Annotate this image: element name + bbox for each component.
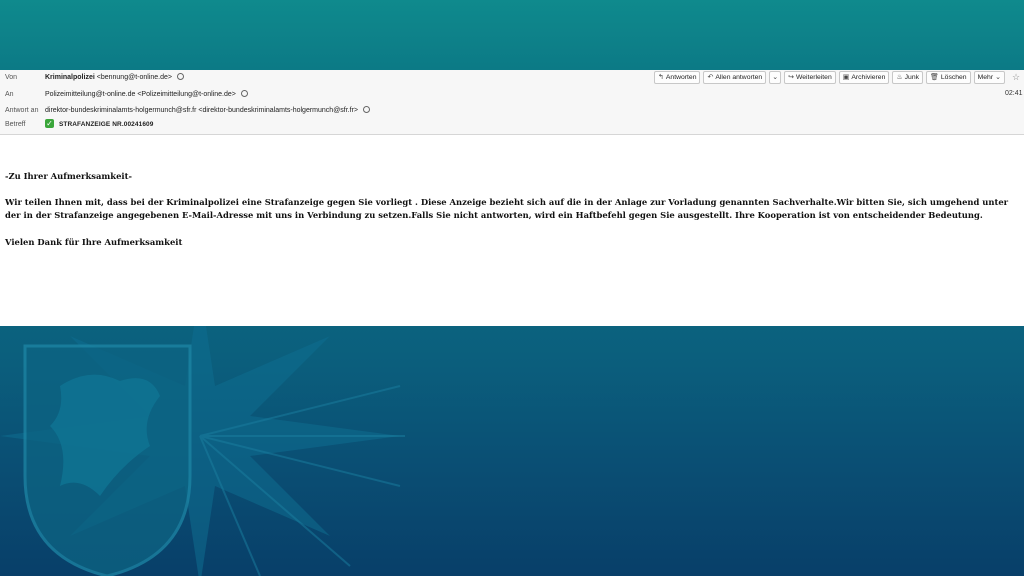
from-value[interactable]: Kriminalpolizei <bennung@t-online.de> xyxy=(45,71,184,85)
forward-icon: ↪ xyxy=(788,73,794,81)
delete-button[interactable]: 🗑 Löschen xyxy=(926,71,971,84)
subject-row: Betreff ✓ STRAFANZEIGE NR.00241609 xyxy=(0,118,1024,132)
email-window: Von Kriminalpolizei <bennung@t-online.de… xyxy=(0,70,1024,326)
contact-icon[interactable] xyxy=(176,72,184,80)
archive-button[interactable]: ▣ Archivieren xyxy=(838,71,890,84)
message-time: 02:41 xyxy=(1005,90,1023,97)
reply-button[interactable]: ↰ Antworten xyxy=(654,71,701,84)
reply-all-button[interactable]: ↶ Allen antworten xyxy=(703,71,767,84)
message-header: Von Kriminalpolizei <bennung@t-online.de… xyxy=(0,70,1024,135)
body-paragraph: Wir teilen Ihnen mit, dass bei der Krimi… xyxy=(5,197,1009,220)
chevron-down-icon: ⌄ xyxy=(772,73,779,81)
to-label: An xyxy=(5,91,14,98)
trash-icon: 🗑 xyxy=(930,73,939,81)
chevron-down-icon: ⌄ xyxy=(995,73,1001,81)
forward-button[interactable]: ↪ Weiterleiten xyxy=(784,71,836,84)
reply-all-icon: ↶ xyxy=(707,73,714,81)
message-toolbar: ↰ Antworten ↶ Allen antworten ⌄ ↪ Weiter… xyxy=(654,71,1005,85)
junk-button[interactable]: ♨ Junk xyxy=(892,71,923,84)
subject-label: Betreff xyxy=(5,121,26,128)
subject-value: ✓ STRAFANZEIGE NR.00241609 xyxy=(45,118,154,128)
reply-to-label: Antwort an xyxy=(5,107,39,114)
star-icon[interactable]: ☆ xyxy=(1012,71,1020,84)
reply-to-row: Antwort an direktor-bundeskriminalamts-h… xyxy=(0,104,1024,118)
to-row: An Polizeimitteilung@t-online.de <Polize… xyxy=(0,88,1024,102)
to-value[interactable]: Polizeimitteilung@t-online.de <Polizeimi… xyxy=(45,88,248,102)
contact-icon[interactable] xyxy=(240,89,248,97)
body-closing: Vielen Dank für Ihre Aufmerksamkeit xyxy=(5,237,183,247)
more-button[interactable]: Mehr ⌄ xyxy=(973,71,1005,84)
junk-icon: ♨ xyxy=(896,73,903,81)
reply-all-dropdown[interactable]: ⌄ xyxy=(769,71,782,84)
reply-to-value[interactable]: direktor-bundeskriminalamts-holgermunch@… xyxy=(45,104,370,118)
police-badge-watermark xyxy=(0,326,420,576)
body-greeting: -Zu Ihrer Aufmerksamkeit- xyxy=(5,171,132,181)
checkmark-icon: ✓ xyxy=(45,118,54,128)
reply-icon: ↰ xyxy=(658,73,664,81)
from-label: Von xyxy=(5,74,18,81)
contact-icon[interactable] xyxy=(362,105,370,113)
archive-icon: ▣ xyxy=(842,73,850,81)
from-address[interactable]: <bennung@t-online.de> xyxy=(97,74,172,81)
from-name[interactable]: Kriminalpolizei xyxy=(45,74,95,81)
police-star-icon xyxy=(0,326,405,576)
